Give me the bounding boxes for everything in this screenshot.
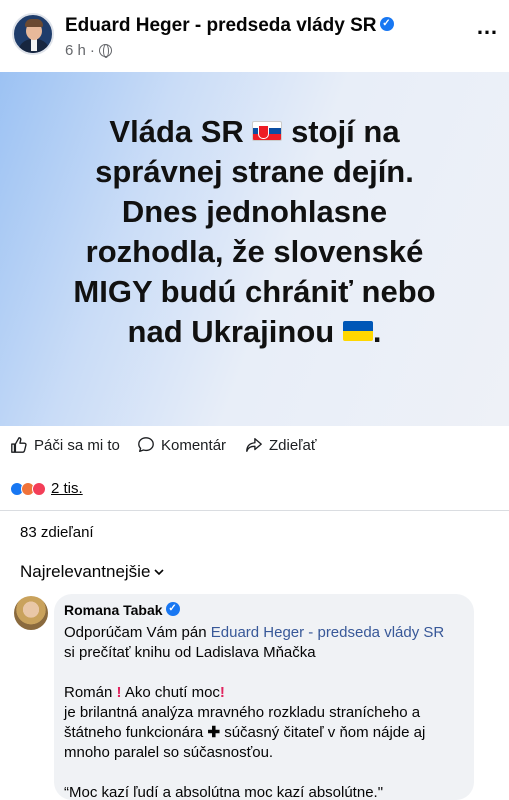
comment-p2b: Ako chutí moc: [124, 684, 220, 701]
page-name-text[interactable]: Eduard Heger - predseda vlády SR: [65, 15, 377, 36]
slovakia-flag-icon: [252, 120, 283, 141]
post-header: Eduard Heger - predseda vlády SR ✓ 6 h · …: [0, 0, 509, 72]
exclamation-icon: !: [219, 684, 225, 701]
comment-p1b: si prečítať knihu od Ladislava Mňačka: [64, 644, 316, 661]
comment-icon: [138, 437, 154, 452]
post-text-banner[interactable]: Vláda SR stojí na správnej strane dejín.…: [0, 72, 509, 426]
comment-label: Komentár: [161, 436, 227, 454]
commenter-name[interactable]: Romana Tabak ✓: [64, 602, 180, 618]
page-avatar[interactable]: [12, 13, 54, 55]
share-count[interactable]: 83 zdieľaní: [20, 524, 94, 541]
more-options-icon[interactable]: …: [476, 14, 498, 40]
divider: [0, 510, 509, 511]
plus-icon: ✚: [207, 724, 221, 741]
post-time[interactable]: 6 h: [65, 42, 86, 59]
comment-p2d-b: súčasný čitateľ v ňom nájde aj: [224, 724, 426, 741]
comment-sort-dropdown[interactable]: Najrelevantnejšie: [20, 562, 164, 582]
comment-p1a: Odporúčam Vám pán: [64, 624, 207, 641]
reactions-summary[interactable]: 2 tis.: [10, 480, 83, 497]
banner-line-6a: nad Ukrajinou: [127, 314, 335, 349]
comment-body: Odporúčam Vám pán Eduard Heger - predsed…: [64, 623, 464, 800]
chevron-down-icon: [154, 569, 164, 576]
banner-line-2: správnej strane dejín.: [95, 154, 414, 189]
reaction-count[interactable]: 2 tis.: [51, 480, 83, 497]
sort-label: Najrelevantnejšie: [20, 562, 151, 581]
banner-text: Vláda SR stojí na správnej strane dejín.…: [20, 112, 489, 352]
comment-button[interactable]: Komentár: [137, 436, 226, 454]
banner-line-1a: Vláda SR: [109, 114, 244, 149]
verified-icon: ✓: [379, 16, 394, 31]
like-button[interactable]: Páči sa mi to: [10, 436, 120, 454]
mention-link[interactable]: Eduard Heger - predseda vlády SR: [211, 624, 444, 641]
commenter-avatar[interactable]: [14, 596, 48, 630]
verified-icon: ✓: [165, 602, 180, 617]
comment-p2c: je brilantná analýza mravného rozkladu s…: [64, 704, 421, 721]
like-label: Páči sa mi to: [34, 436, 120, 454]
page-name[interactable]: Eduard Heger - predseda vlády SR ✓: [65, 15, 394, 37]
comment-p2e: mnoho paralel so súčasnosťou.: [64, 744, 274, 761]
thumbs-up-icon: [11, 437, 27, 453]
post-action-bar: Páči sa mi to Komentár Zdieľať: [0, 436, 509, 466]
banner-line-3: Dnes jednohlasne: [121, 194, 388, 229]
share-button[interactable]: Zdieľať: [245, 436, 317, 454]
comment-bubble: Romana Tabak ✓ Odporúčam Vám pán Eduard H…: [54, 594, 474, 800]
banner-line-4: rozhodla, že slovenské: [85, 234, 424, 269]
ukraine-flag-icon: [342, 320, 373, 341]
share-icon: [246, 438, 262, 452]
post-meta: 6 h ·: [65, 42, 112, 59]
love-reaction-icon: [32, 481, 46, 496]
comment-p3: “Moc kazí ľudí a absolútna moc kazí abso…: [64, 784, 384, 800]
comment-p2a: Román: [64, 684, 113, 701]
banner-line-5: MIGY budú chrániť nebo: [73, 274, 436, 309]
commenter-name-text[interactable]: Romana Tabak: [64, 602, 163, 618]
globe-icon: [98, 44, 112, 58]
banner-line-6b: .: [372, 314, 382, 349]
banner-line-1b: stojí na: [291, 114, 400, 149]
exclamation-icon: !: [116, 684, 122, 701]
comment-p2d-a: štátneho funkcionára: [64, 724, 204, 741]
meta-separator: ·: [89, 42, 95, 59]
share-label: Zdieľať: [269, 436, 317, 454]
